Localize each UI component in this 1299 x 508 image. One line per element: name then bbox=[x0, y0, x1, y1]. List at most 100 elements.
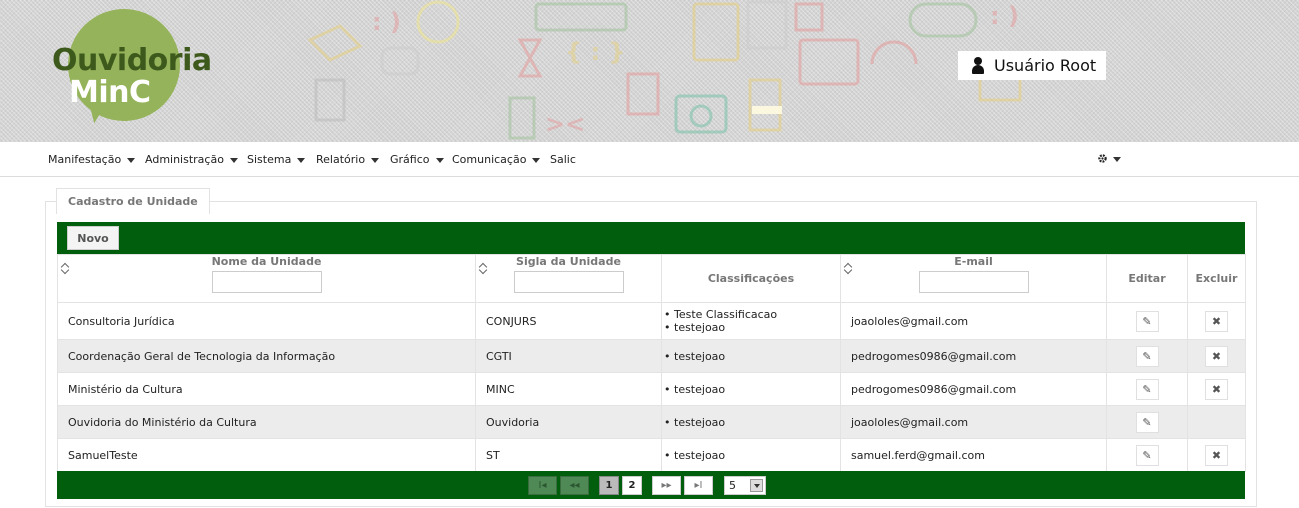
page-2-button[interactable]: 2 bbox=[622, 476, 642, 495]
menu-item-label: Manifestação bbox=[48, 153, 122, 166]
pencil-icon: ✎ bbox=[1142, 448, 1152, 462]
filter-nome-input[interactable] bbox=[211, 270, 322, 293]
user-name: Usuário Root bbox=[994, 56, 1097, 75]
rows-per-page-select[interactable]: 5 bbox=[724, 476, 766, 495]
sort-icon[interactable] bbox=[844, 263, 852, 273]
caret-down-icon bbox=[297, 157, 306, 163]
edit-button[interactable]: ✎ bbox=[1135, 345, 1159, 367]
menu-item-administracao[interactable]: Administração bbox=[145, 153, 238, 166]
cell-classificacoes: • testejoao bbox=[661, 339, 841, 373]
cell-excluir: ✖ bbox=[1187, 302, 1246, 340]
filter-email-input[interactable] bbox=[918, 270, 1029, 293]
cell-sigla: ST bbox=[475, 438, 662, 472]
table-header-row: Nome da Unidade Sigla da Unidade Classif… bbox=[57, 254, 1246, 303]
classificacao-item: • testejoao bbox=[664, 448, 726, 462]
caret-down-icon bbox=[1113, 156, 1121, 162]
cell-email: pedrogomes0986@gmail.com bbox=[840, 372, 1107, 406]
menu-item-grafico[interactable]: Gráfico bbox=[390, 153, 444, 166]
user-icon bbox=[970, 56, 986, 75]
cell-excluir: ✖ bbox=[1187, 339, 1246, 373]
column-label: E-mail bbox=[954, 254, 993, 268]
edit-button[interactable]: ✎ bbox=[1135, 444, 1159, 466]
close-icon: ✖ bbox=[1211, 349, 1222, 363]
paginator: I◂ ◂◂ 1 2 ▸▸ ▸I 5 bbox=[57, 471, 1245, 499]
caret-down-icon bbox=[532, 157, 541, 163]
units-table: Nome da Unidade Sigla da Unidade Classif… bbox=[57, 254, 1246, 472]
next-page-button[interactable]: ▸▸ bbox=[652, 476, 681, 495]
classificacao-item: • testejoao bbox=[664, 382, 726, 396]
table-row[interactable]: Ministério da Cultura MINC • testejoao p… bbox=[57, 372, 1246, 406]
svg-text:: ): : ) bbox=[372, 8, 401, 36]
cell-sigla: Ouvidoria bbox=[475, 405, 662, 439]
cell-editar: ✎ bbox=[1106, 339, 1188, 373]
cell-email: pedrogomes0986@gmail.com bbox=[840, 339, 1107, 373]
logo-text-minc: MinC bbox=[69, 75, 151, 110]
cell-excluir bbox=[1187, 405, 1246, 439]
cell-editar: ✎ bbox=[1106, 405, 1188, 439]
column-header-email[interactable]: E-mail bbox=[840, 254, 1107, 303]
column-header-classificacoes: Classificações bbox=[661, 254, 841, 303]
prev-page-button[interactable]: ◂◂ bbox=[560, 476, 589, 495]
cell-excluir: ✖ bbox=[1187, 372, 1246, 406]
menu-item-manifestacao[interactable]: Manifestação bbox=[48, 153, 136, 166]
column-header-editar: Editar bbox=[1106, 254, 1188, 303]
menu-item-label: Gráfico bbox=[390, 153, 430, 166]
cell-nome: SamuelTeste bbox=[57, 438, 476, 472]
ouvidoria-minc-logo[interactable]: Ouvidoria MinC bbox=[52, 6, 222, 126]
delete-button[interactable]: ✖ bbox=[1205, 345, 1228, 367]
panel-title: Cadastro de Unidade bbox=[56, 188, 210, 214]
edit-button[interactable]: ✎ bbox=[1135, 310, 1159, 332]
edit-button[interactable]: ✎ bbox=[1135, 411, 1159, 433]
rows-per-page-value: 5 bbox=[729, 479, 736, 492]
menu-item-label: Sistema bbox=[247, 153, 292, 166]
svg-text:: ): : ) bbox=[990, 2, 1019, 30]
delete-button[interactable]: ✖ bbox=[1205, 378, 1228, 400]
cell-nome: Coordenação Geral de Tecnologia da Infor… bbox=[57, 339, 476, 373]
column-header-sigla[interactable]: Sigla da Unidade bbox=[475, 254, 662, 303]
menu-item-label: Comunicação bbox=[452, 153, 527, 166]
table-row[interactable]: Ouvidoria do Ministério da Cultura Ouvid… bbox=[57, 405, 1246, 439]
table-row[interactable]: Consultoria Jurídica CONJURS • Teste Cla… bbox=[57, 302, 1246, 340]
new-unit-button[interactable]: Novo bbox=[67, 226, 119, 250]
pencil-icon: ✎ bbox=[1142, 382, 1152, 396]
edit-button[interactable]: ✎ bbox=[1135, 378, 1159, 400]
column-label: Nome da Unidade bbox=[211, 254, 322, 268]
caret-down-icon bbox=[127, 157, 136, 163]
cell-classificacoes: • testejoao bbox=[661, 405, 841, 439]
svg-text:{ : }: { : } bbox=[565, 38, 625, 66]
sort-icon[interactable] bbox=[61, 263, 69, 273]
pencil-icon: ✎ bbox=[1142, 314, 1152, 328]
sort-icon[interactable] bbox=[479, 263, 487, 273]
cell-classificacoes: • testejoao bbox=[661, 372, 841, 406]
gear-icon bbox=[1098, 154, 1107, 163]
chevron-down-icon bbox=[750, 479, 763, 492]
cell-email: joaololes@gmail.com bbox=[840, 302, 1107, 340]
last-page-button[interactable]: ▸I bbox=[684, 476, 713, 495]
menu-item-salic[interactable]: Salic bbox=[550, 153, 576, 166]
column-header-nome[interactable]: Nome da Unidade bbox=[57, 254, 476, 303]
delete-button[interactable]: ✖ bbox=[1205, 310, 1228, 332]
caret-down-icon bbox=[435, 157, 444, 163]
settings-menu[interactable] bbox=[1097, 153, 1121, 164]
user-menu[interactable]: Usuário Root bbox=[958, 51, 1106, 80]
close-icon: ✖ bbox=[1211, 448, 1222, 462]
cell-email: joaololes@gmail.com bbox=[840, 405, 1107, 439]
menu-item-sistema[interactable]: Sistema bbox=[247, 153, 306, 166]
svg-text:><: >< bbox=[545, 110, 585, 138]
menu-item-relatorio[interactable]: Relatório bbox=[316, 153, 380, 166]
table-row[interactable]: SamuelTeste ST • testejoao samuel.ferd@g… bbox=[57, 438, 1246, 472]
pencil-icon: ✎ bbox=[1142, 349, 1152, 363]
page-1-button[interactable]: 1 bbox=[599, 476, 619, 495]
menu-item-comunicacao[interactable]: Comunicação bbox=[452, 153, 541, 166]
delete-button[interactable]: ✖ bbox=[1205, 444, 1228, 466]
column-label: Classificações bbox=[707, 272, 795, 285]
classificacao-item: • testejoao bbox=[664, 321, 726, 334]
filter-sigla-input[interactable] bbox=[513, 270, 624, 293]
close-icon: ✖ bbox=[1211, 314, 1222, 328]
column-label: Excluir bbox=[1195, 272, 1238, 285]
cell-nome: Ouvidoria do Ministério da Cultura bbox=[57, 405, 476, 439]
pencil-icon: ✎ bbox=[1142, 415, 1152, 429]
first-page-button[interactable]: I◂ bbox=[528, 476, 557, 495]
table-row[interactable]: Coordenação Geral de Tecnologia da Infor… bbox=[57, 339, 1246, 373]
caret-down-icon bbox=[371, 157, 380, 163]
